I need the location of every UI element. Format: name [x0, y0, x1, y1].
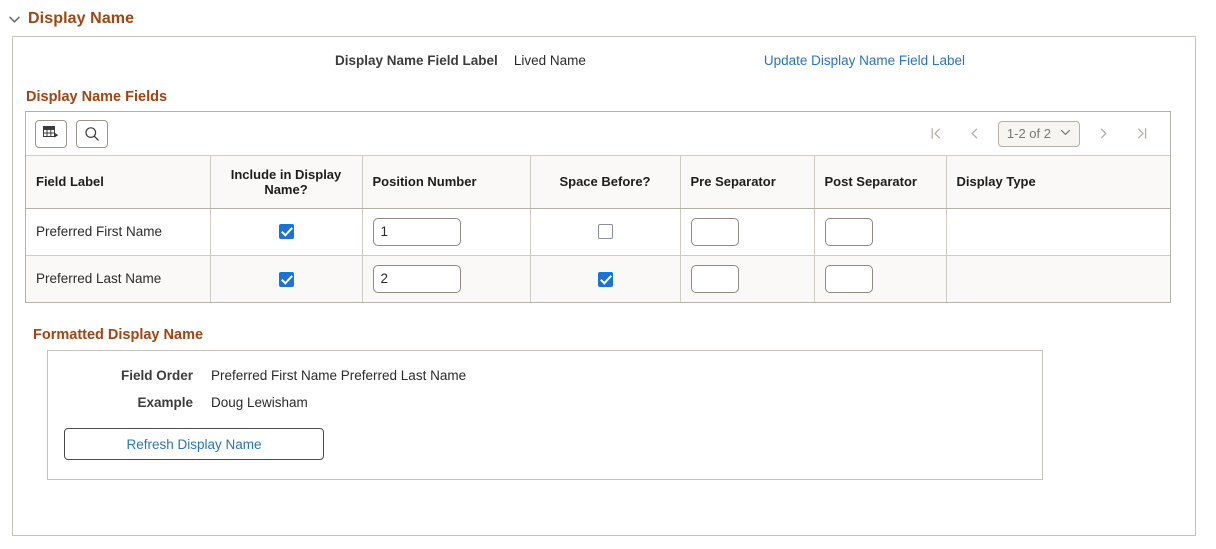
refresh-display-name-button[interactable]: Refresh Display Name: [64, 428, 324, 460]
cell-include-in-display-name: [210, 208, 363, 256]
display-name-fields-grid: 1-2 of 2 Field Label Include in Display …: [25, 111, 1171, 303]
cell-display-type: [946, 208, 1170, 256]
position-number-input[interactable]: [372, 217, 461, 246]
display-name-field-label-row: Display Name Field Label Lived Name Upda…: [13, 37, 1195, 69]
cell-include-in-display-name: [210, 255, 363, 302]
field-order-label: Field Order: [120, 368, 193, 383]
chevron-down-icon[interactable]: [8, 13, 21, 26]
cell-post-separator: [814, 255, 947, 302]
example-value: Doug Lewisham: [211, 395, 308, 410]
example-label: Example: [137, 395, 193, 410]
table-header-row: Field Label Include in Display Name? Pos…: [26, 156, 1170, 209]
table-row: Preferred Last Name: [26, 255, 1170, 302]
column-header-space-before: Space Before?: [530, 156, 681, 209]
cell-field-label: Preferred Last Name: [26, 255, 211, 302]
cell-pre-separator: [680, 255, 815, 302]
page-title: Display Name: [28, 10, 135, 27]
next-page-icon[interactable]: [1084, 121, 1122, 147]
chevron-down-icon: [1060, 126, 1071, 141]
cell-position-number: [362, 255, 531, 302]
display-name-fields-title: Display Name Fields: [26, 89, 168, 105]
search-icon[interactable]: [76, 119, 108, 148]
grid-pagination: 1-2 of 2: [918, 120, 1160, 147]
column-header-pre-separator: Pre Separator: [680, 156, 815, 209]
cell-post-separator: [814, 208, 947, 256]
pre-separator-input[interactable]: [690, 217, 739, 246]
table-row: Preferred First Name: [26, 208, 1170, 256]
page-range-dropdown[interactable]: 1-2 of 2: [997, 120, 1080, 147]
include-in-display-name-checkbox[interactable]: [278, 271, 294, 287]
column-header-include-in-display-name: Include in Display Name?: [210, 156, 363, 209]
formatted-display-name-title: Formatted Display Name: [33, 327, 204, 343]
display-name-field-label-value: Lived Name: [513, 52, 586, 68]
display-name-panel: Display Name Field Label Lived Name Upda…: [12, 36, 1196, 536]
page-range-label: 1-2 of 2: [1006, 126, 1051, 141]
display-name-fields-table: Field Label Include in Display Name? Pos…: [26, 156, 1170, 302]
cell-display-type: [946, 255, 1170, 302]
column-header-display-type: Display Type: [946, 156, 1170, 209]
space-before-checkbox[interactable]: [597, 271, 613, 287]
cell-field-label: Preferred First Name: [26, 208, 211, 256]
previous-page-icon[interactable]: [956, 121, 994, 147]
column-header-position-number: Position Number: [362, 156, 531, 209]
grid-personalize-icon[interactable]: [35, 119, 67, 148]
first-page-icon[interactable]: [918, 121, 956, 147]
display-name-section-header[interactable]: Display Name: [0, 0, 1216, 36]
cell-pre-separator: [680, 208, 815, 256]
grid-toolbar: 1-2 of 2: [26, 112, 1170, 156]
update-display-name-field-label-link[interactable]: Update Display Name Field Label: [764, 53, 965, 68]
post-separator-input[interactable]: [824, 264, 873, 293]
last-page-icon[interactable]: [1122, 121, 1160, 147]
example-row: Example Doug Lewisham: [48, 395, 1042, 410]
field-order-value: Preferred First Name Preferred Last Name: [211, 368, 467, 383]
cell-space-before: [530, 208, 681, 256]
post-separator-input[interactable]: [824, 217, 873, 246]
position-number-input[interactable]: [372, 264, 461, 293]
column-header-field-label: Field Label: [26, 156, 211, 209]
cell-position-number: [362, 208, 531, 256]
include-in-display-name-checkbox[interactable]: [278, 224, 294, 240]
formatted-display-name-box: Field Order Preferred First Name Preferr…: [47, 350, 1043, 480]
display-name-field-label-label: Display Name Field Label: [335, 52, 498, 68]
pre-separator-input[interactable]: [690, 264, 739, 293]
field-order-row: Field Order Preferred First Name Preferr…: [48, 368, 1042, 383]
column-header-post-separator: Post Separator: [814, 156, 947, 209]
space-before-checkbox[interactable]: [597, 224, 613, 240]
cell-space-before: [530, 255, 681, 302]
